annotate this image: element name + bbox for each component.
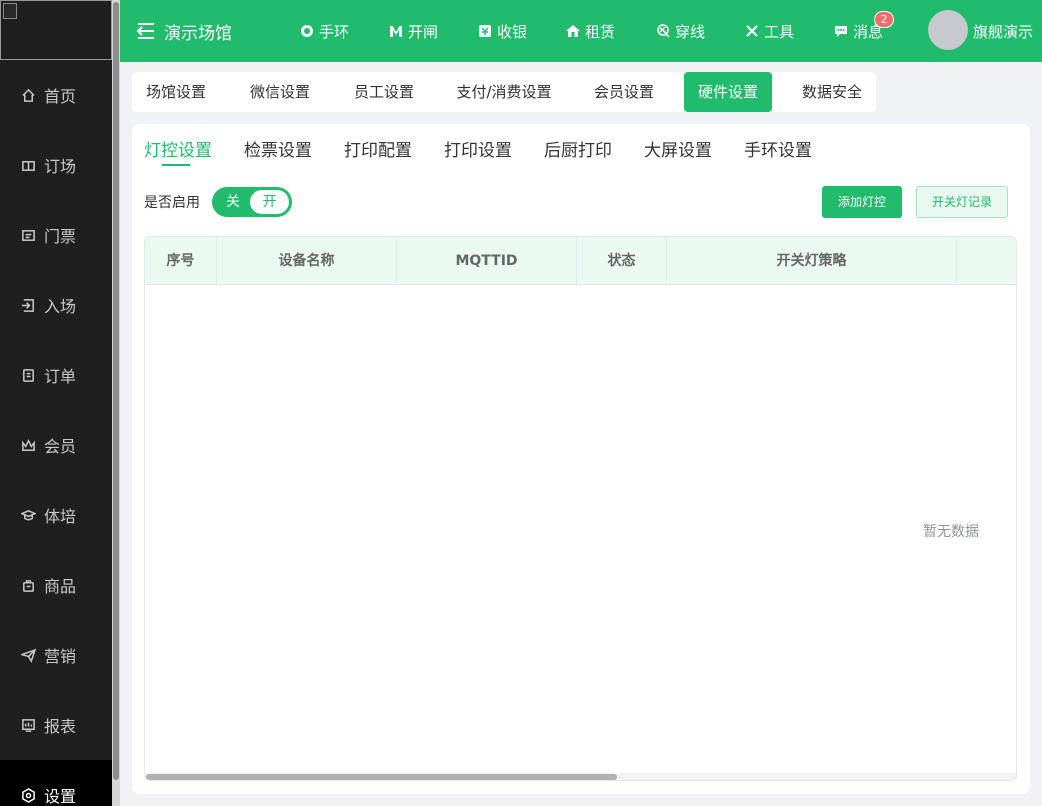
paper-plane-icon xyxy=(20,647,36,663)
tab-staff-settings[interactable]: 员工设置 xyxy=(340,72,428,112)
menu-toggle-icon[interactable] xyxy=(136,22,156,40)
column-header-index: 序号 xyxy=(145,237,217,285)
nav-stringing[interactable]: 穿线 xyxy=(656,0,705,62)
tab-wechat-settings[interactable]: 微信设置 xyxy=(236,72,324,112)
sidebar-item-label: 订场 xyxy=(44,157,77,176)
tab-member-settings[interactable]: 会员设置 xyxy=(580,72,668,112)
crown-icon xyxy=(20,437,36,453)
report-icon xyxy=(20,717,36,733)
nav-label: 租赁 xyxy=(585,22,616,41)
sidebar-item-training[interactable]: 体培 xyxy=(0,480,112,550)
sidebar-item-goods[interactable]: 商品 xyxy=(0,550,112,620)
sidebar-item-label: 订单 xyxy=(44,367,77,386)
order-icon xyxy=(20,367,36,383)
switch-off-label: 关 xyxy=(226,194,240,210)
nav-label: 手环 xyxy=(319,22,350,41)
subtab-print-settings[interactable]: 打印设置 xyxy=(444,136,512,161)
light-control-table: 序号 设备名称 MQTTID 状态 开关灯策略 暂无数据 xyxy=(144,236,1017,781)
stringing-icon xyxy=(656,24,670,38)
nav-label: 收银 xyxy=(497,22,528,41)
tab-data-security[interactable]: 数据安全 xyxy=(788,72,876,112)
hardware-settings-panel: 灯控设置 检票设置 打印配置 打印设置 后厨打印 大屏设置 手环设置 是否启用 … xyxy=(132,124,1030,794)
sidebar-item-orders[interactable]: 订单 xyxy=(0,340,112,410)
venue-switcher[interactable]: 演示场馆 xyxy=(136,0,232,62)
username[interactable]: 旗舰演示 xyxy=(973,0,1033,62)
column-header-light-strategy: 开关灯策略 xyxy=(667,237,957,285)
subtab-light-control[interactable]: 灯控设置 xyxy=(144,136,212,161)
sidebar-item-reports[interactable]: 报表 xyxy=(0,690,112,760)
sidebar-item-label: 营销 xyxy=(44,647,77,666)
column-header-actions xyxy=(957,237,1016,285)
nav-cashier[interactable]: 收银 xyxy=(478,0,527,62)
switch-knob: 开 xyxy=(250,190,289,214)
rent-icon xyxy=(566,24,580,38)
enable-toggle[interactable]: 关 开 xyxy=(212,187,292,217)
sidebar-scrollbar-thumb[interactable] xyxy=(113,2,119,780)
tools-icon xyxy=(745,24,759,38)
sidebar-item-entry[interactable]: 入场 xyxy=(0,270,112,340)
table-horizontal-scrollbar[interactable] xyxy=(145,773,1016,780)
sidebar-item-label: 体培 xyxy=(44,507,77,526)
settings-tab-bar: 场馆设置 微信设置 员工设置 支付/消费设置 会员设置 硬件设置 数据安全 xyxy=(132,72,876,112)
avatar[interactable] xyxy=(928,10,968,50)
venue-name: 演示场馆 xyxy=(164,23,232,44)
nav-gate[interactable]: 开闸 xyxy=(389,0,438,62)
logo-image xyxy=(0,0,112,60)
bag-icon xyxy=(20,577,36,593)
sidebar-item-home[interactable]: 首页 xyxy=(0,60,112,130)
enter-icon xyxy=(20,297,36,313)
subtab-wristband[interactable]: 手环设置 xyxy=(744,136,812,161)
nav-messages[interactable]: 消息 2 xyxy=(834,0,894,62)
enable-label: 是否启用 xyxy=(144,195,200,211)
active-tab-indicator xyxy=(162,164,190,166)
light-switch-records-button[interactable]: 开关灯记录 xyxy=(916,186,1008,218)
sidebar-item-marketing[interactable]: 营销 xyxy=(0,620,112,690)
sidebar: 首页 订场 门票 入场 订单 会员 体培 商品 营销 报表 设置 xyxy=(0,0,112,806)
sidebar-item-label: 门票 xyxy=(44,227,77,246)
sidebar-item-booking[interactable]: 订场 xyxy=(0,130,112,200)
home-icon xyxy=(20,87,36,103)
wristband-icon xyxy=(300,24,314,38)
column-header-status: 状态 xyxy=(577,237,667,285)
sidebar-item-ticket[interactable]: 门票 xyxy=(0,200,112,270)
sidebar-item-settings[interactable]: 设置 xyxy=(0,760,112,806)
nav-label: 工具 xyxy=(764,22,795,41)
tab-payment-settings[interactable]: 支付/消费设置 xyxy=(444,72,564,112)
broken-image-icon xyxy=(3,3,17,19)
nav-wristband[interactable]: 手环 xyxy=(300,0,349,62)
subtab-kitchen-print[interactable]: 后厨打印 xyxy=(544,136,612,161)
sidebar-item-label: 设置 xyxy=(44,787,77,806)
message-icon xyxy=(834,24,848,38)
ticket-icon xyxy=(20,227,36,243)
table-scrollbar-thumb[interactable] xyxy=(146,774,617,780)
sidebar-item-label: 会员 xyxy=(44,437,77,456)
sidebar-item-label: 商品 xyxy=(44,577,77,596)
settings-icon xyxy=(20,787,36,803)
table-header: 序号 设备名称 MQTTID 状态 开关灯策略 xyxy=(145,237,1016,285)
message-count-badge: 2 xyxy=(874,11,894,28)
subtab-big-screen[interactable]: 大屏设置 xyxy=(644,136,712,161)
sidebar-scrollbar[interactable] xyxy=(112,0,120,806)
cashier-icon xyxy=(478,24,492,38)
subtab-print-config[interactable]: 打印配置 xyxy=(344,136,412,161)
gate-icon xyxy=(389,24,403,38)
sidebar-item-label: 入场 xyxy=(44,297,77,316)
tab-hardware-settings[interactable]: 硬件设置 xyxy=(684,72,772,112)
sidebar-item-label: 报表 xyxy=(44,717,77,736)
sidebar-item-label: 首页 xyxy=(44,87,77,106)
empty-table-text: 暂无数据 xyxy=(923,524,979,540)
column-header-device-name: 设备名称 xyxy=(217,237,397,285)
subtab-ticket-check[interactable]: 检票设置 xyxy=(244,136,312,161)
sidebar-item-members[interactable]: 会员 xyxy=(0,410,112,480)
tab-venue-settings[interactable]: 场馆设置 xyxy=(132,72,220,112)
nav-label: 穿线 xyxy=(675,22,706,41)
nav-rent[interactable]: 租赁 xyxy=(566,0,615,62)
nav-tools[interactable]: 工具 xyxy=(745,0,794,62)
add-light-control-button[interactable]: 添加灯控 xyxy=(822,186,902,218)
top-bar: 演示场馆 手环 开闸 收银 租赁 穿线 工具 消息 2 旗舰演示 xyxy=(120,0,1042,62)
column-header-mqttid: MQTTID xyxy=(397,237,577,285)
training-icon xyxy=(20,507,36,523)
court-icon xyxy=(20,157,36,173)
nav-label: 开闸 xyxy=(408,22,439,41)
